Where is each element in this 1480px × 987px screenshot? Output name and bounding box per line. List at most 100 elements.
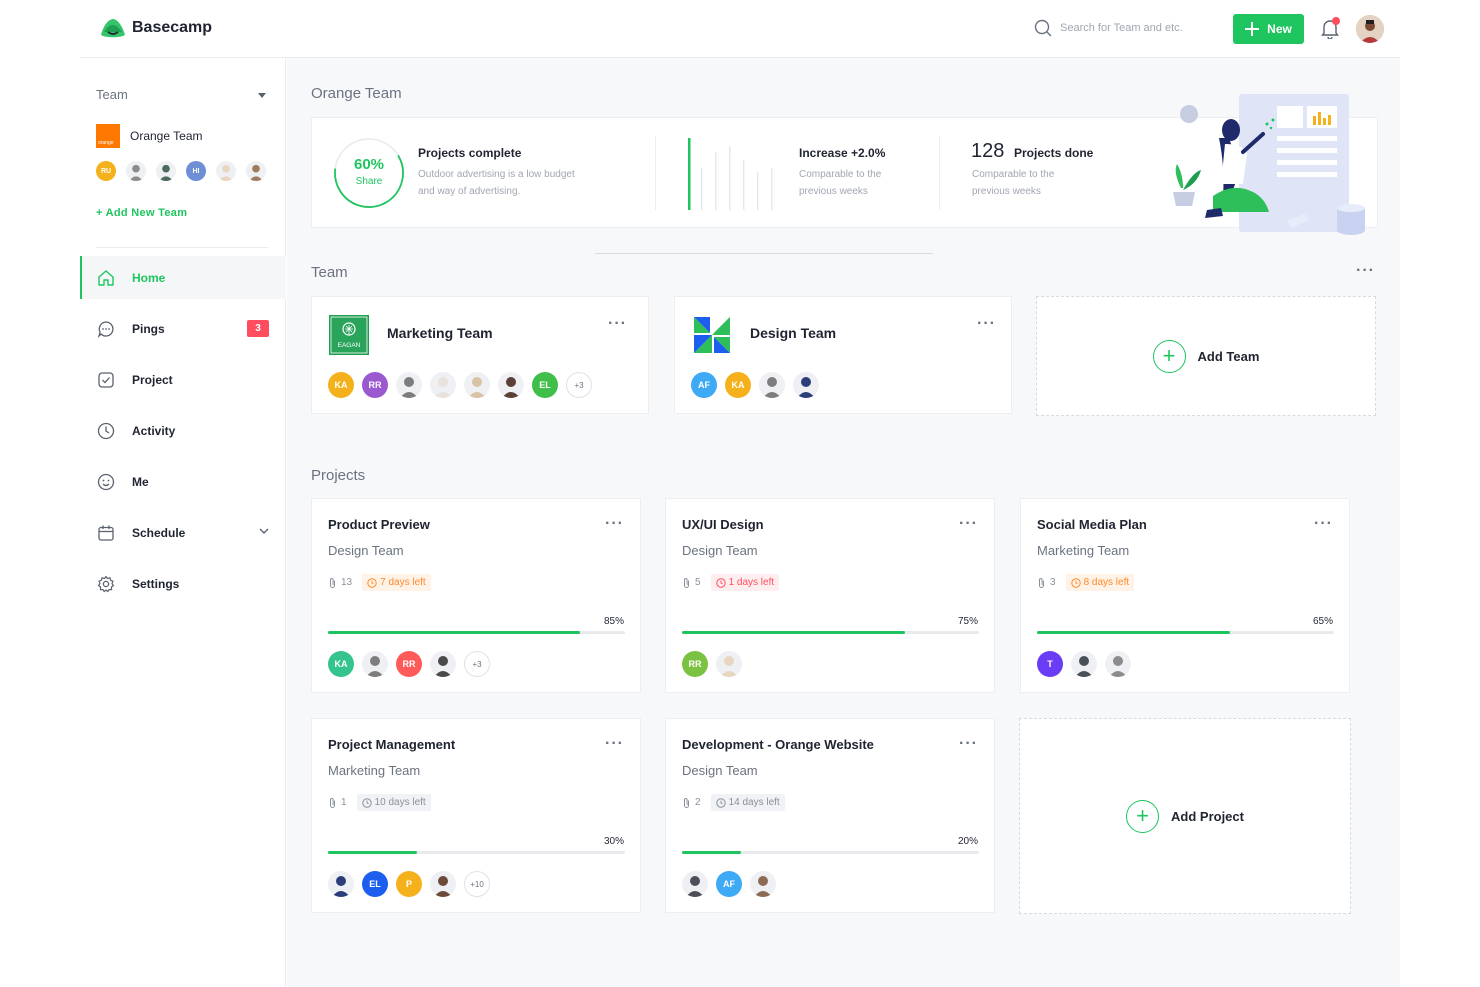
- member-avatar[interactable]: KA: [328, 372, 354, 398]
- sidebar-item-activity[interactable]: Activity: [80, 409, 286, 452]
- project-more-icon[interactable]: ···: [959, 516, 978, 532]
- caret-down-icon[interactable]: [258, 93, 266, 98]
- plus-icon: [1245, 22, 1260, 36]
- project-more-icon[interactable]: ···: [605, 516, 624, 532]
- team-card-more-icon[interactable]: ···: [608, 316, 627, 332]
- paperclip-icon: [684, 577, 689, 588]
- sidebar-item-pings[interactable]: Pings 3: [80, 307, 286, 350]
- clock-icon: [96, 421, 116, 441]
- member-avatar[interactable]: RR: [362, 372, 388, 398]
- project-card[interactable]: Development - Orange Website ··· Design Te…: [665, 718, 995, 913]
- user-avatar[interactable]: [1356, 15, 1384, 43]
- sidebar-item-label: Home: [132, 270, 166, 285]
- member-avatar[interactable]: RU: [96, 161, 116, 181]
- member-avatar[interactable]: [328, 871, 354, 897]
- member-avatar[interactable]: [759, 372, 785, 398]
- more-members-badge[interactable]: +3: [464, 651, 490, 677]
- team-card-more-icon[interactable]: ···: [977, 316, 996, 332]
- sidebar-item-project[interactable]: Project: [80, 358, 286, 401]
- project-card[interactable]: UX/UI Design ··· Design Team 5 1 days left 75…: [665, 498, 995, 693]
- divider: [939, 136, 940, 210]
- progress-fill: [682, 631, 905, 634]
- progress-percent: 85%: [603, 616, 624, 627]
- new-button[interactable]: New: [1233, 14, 1304, 44]
- project-card[interactable]: Project Management ··· Marketing Team 1 10 d…: [311, 718, 641, 913]
- member-avatar[interactable]: RR: [682, 651, 708, 677]
- search-box[interactable]: [1034, 19, 1210, 37]
- member-avatar[interactable]: [396, 372, 422, 398]
- team-card[interactable]: EAGAN Marketing Team ··· KA RR EL +3: [311, 296, 649, 414]
- clock-icon: [715, 797, 726, 808]
- team-switcher-label[interactable]: Team: [96, 87, 128, 102]
- member-avatar[interactable]: KA: [328, 651, 354, 677]
- project-members: EL P +10: [328, 871, 490, 897]
- member-avatar[interactable]: [716, 651, 742, 677]
- sidebar-item-settings[interactable]: Settings: [80, 562, 286, 605]
- member-avatar[interactable]: [498, 372, 524, 398]
- project-more-icon[interactable]: ···: [605, 736, 624, 752]
- more-members-badge[interactable]: +3: [566, 372, 592, 398]
- sidebar-item-home[interactable]: Home: [80, 256, 286, 299]
- plus-circle-icon: +: [1152, 339, 1186, 373]
- add-team-card[interactable]: + Add Team: [1036, 296, 1376, 416]
- member-avatar[interactable]: RR: [396, 651, 422, 677]
- member-avatar[interactable]: [750, 871, 776, 897]
- project-card[interactable]: Social Media Plan ··· Marketing Team 3 8 day…: [1020, 498, 1350, 693]
- member-avatar[interactable]: AF: [691, 372, 717, 398]
- add-new-team-link[interactable]: + Add New Team: [96, 207, 187, 219]
- member-avatar[interactable]: [156, 161, 176, 181]
- member-avatar[interactable]: [430, 372, 456, 398]
- paperclip-icon: [1039, 577, 1044, 588]
- member-avatar[interactable]: P: [396, 871, 422, 897]
- member-avatar[interactable]: HI: [186, 161, 206, 181]
- more-members-badge[interactable]: +10: [464, 871, 490, 897]
- current-team[interactable]: orange Orange Team: [96, 124, 203, 148]
- member-avatar[interactable]: AF: [716, 871, 742, 897]
- search-input[interactable]: [1060, 22, 1210, 34]
- member-avatar[interactable]: [362, 651, 388, 677]
- project-members: AF: [682, 871, 776, 897]
- team-section-more-icon[interactable]: ···: [1356, 263, 1375, 279]
- team-members: AF KA: [691, 372, 819, 398]
- member-avatar[interactable]: [682, 871, 708, 897]
- project-card[interactable]: Product Preview ··· Design Team 13 7 days le…: [311, 498, 641, 693]
- app-window: Basecamp New: [80, 0, 1400, 987]
- member-avatar[interactable]: [126, 161, 146, 181]
- chat-icon: [96, 319, 116, 339]
- project-more-icon[interactable]: ···: [1314, 516, 1333, 532]
- project-more-icon[interactable]: ···: [959, 736, 978, 752]
- project-meta: 13 7 days left: [328, 574, 431, 591]
- member-avatar[interactable]: KA: [725, 372, 751, 398]
- member-avatar[interactable]: [1105, 651, 1131, 677]
- team-card[interactable]: Design Team ··· AF KA: [674, 296, 1012, 414]
- project-members: KA RR +3: [328, 651, 490, 677]
- svg-text:EAGAN: EAGAN: [338, 342, 361, 349]
- member-avatar[interactable]: [793, 372, 819, 398]
- project-members: RR: [682, 651, 742, 677]
- projects-done-desc: Comparable to the previous weeks: [972, 169, 1055, 197]
- project-team: Marketing Team: [328, 763, 421, 778]
- sidebar-item-schedule[interactable]: Schedule: [80, 511, 286, 554]
- member-avatar[interactable]: [464, 372, 490, 398]
- paperclip-icon: [330, 577, 335, 588]
- sidebar-item-label: Settings: [132, 576, 180, 591]
- sidebar-item-me[interactable]: Me: [80, 460, 286, 503]
- projects-done-title: Projects done: [1014, 146, 1094, 160]
- days-left: 1 days left: [728, 577, 775, 588]
- add-project-card[interactable]: + Add Project: [1019, 718, 1351, 914]
- project-title: Development - Orange Website: [682, 737, 874, 752]
- member-avatar[interactable]: [430, 871, 456, 897]
- member-avatar[interactable]: [216, 161, 236, 181]
- member-avatar[interactable]: [430, 651, 456, 677]
- member-avatar[interactable]: [246, 161, 266, 181]
- logo[interactable]: Basecamp: [100, 17, 212, 39]
- project-title: Social Media Plan: [1037, 517, 1147, 532]
- check-square-icon: [96, 370, 116, 390]
- member-avatar[interactable]: EL: [362, 871, 388, 897]
- member-avatar[interactable]: T: [1037, 651, 1063, 677]
- attachments: 1: [328, 797, 347, 809]
- member-avatar[interactable]: EL: [532, 372, 558, 398]
- attachment-count: 3: [1050, 577, 1056, 588]
- member-avatar[interactable]: [1071, 651, 1097, 677]
- chevron-down-icon[interactable]: [258, 525, 270, 537]
